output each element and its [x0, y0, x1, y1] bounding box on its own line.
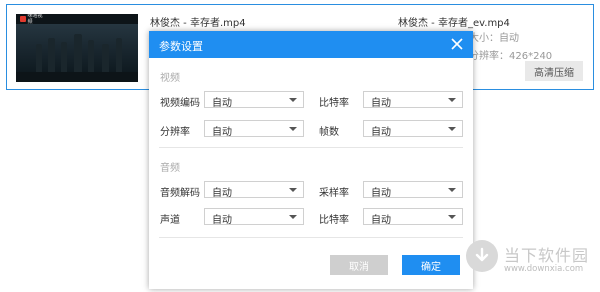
audio-section-title: 音频	[160, 163, 180, 174]
output-resolution: 分辨率：426*240	[469, 51, 553, 62]
footer-divider	[159, 237, 463, 238]
chevron-down-icon	[448, 215, 456, 219]
logo-mark-icon	[20, 16, 26, 22]
ok-button[interactable]: 确定	[402, 255, 460, 275]
resolution-select[interactable]: 自动	[204, 120, 304, 138]
samplerate-label: 采样率	[319, 188, 349, 199]
output-size: 大小：自动	[469, 33, 519, 44]
download-logo-icon	[466, 240, 498, 272]
video-bitrate-select[interactable]: 自动	[363, 91, 463, 109]
section-divider	[159, 147, 463, 148]
video-codec-label: 视频编码	[160, 98, 200, 109]
audio-codec-select[interactable]: 自动	[204, 181, 304, 199]
hq-compress-button[interactable]: 高清压缩	[525, 61, 583, 81]
settings-dialog: 参数设置 视频 视频编码 自动 比特率 自动 分辨率 自动 帧数 自动 音频 音…	[149, 31, 473, 289]
channel-select[interactable]: 自动	[204, 208, 304, 226]
chevron-down-icon	[289, 98, 297, 102]
chevron-down-icon	[289, 127, 297, 131]
watermark: 当下软件园 www.downxia.com	[466, 234, 596, 290]
cancel-button[interactable]: 取消	[330, 255, 388, 275]
dialog-title: 参数设置	[159, 40, 203, 53]
video-codec-select[interactable]: 自动	[204, 91, 304, 109]
watermark-brand: 当下软件园	[504, 246, 590, 265]
close-icon[interactable]	[449, 36, 465, 52]
chevron-down-icon	[448, 98, 456, 102]
chevron-down-icon	[448, 188, 456, 192]
video-thumbnail[interactable]: 咪咕视频	[16, 14, 138, 82]
chevron-down-icon	[289, 188, 297, 192]
resolution-label: 分辨率	[160, 127, 190, 138]
chevron-down-icon	[448, 127, 456, 131]
framerate-select[interactable]: 自动	[363, 120, 463, 138]
video-bitrate-label: 比特率	[319, 98, 349, 109]
audio-bitrate-label: 比特率	[319, 215, 349, 226]
samplerate-select[interactable]: 自动	[363, 181, 463, 199]
watermark-site: www.downxia.com	[504, 264, 584, 274]
source-filename: 林俊杰 - 幸存者.mp4	[150, 18, 246, 29]
thumbnail-scene	[16, 24, 138, 72]
channel-label: 声道	[160, 215, 180, 226]
output-filename: 林俊杰 - 幸存者_ev.mp4	[398, 18, 510, 29]
audio-bitrate-select[interactable]: 自动	[363, 208, 463, 226]
framerate-label: 帧数	[319, 127, 339, 138]
chevron-down-icon	[289, 215, 297, 219]
video-section-title: 视频	[160, 73, 180, 84]
thumbnail-logo: 咪咕视频	[20, 14, 46, 25]
audio-codec-label: 音频解码	[160, 188, 200, 199]
dialog-header: 参数设置	[149, 31, 473, 58]
